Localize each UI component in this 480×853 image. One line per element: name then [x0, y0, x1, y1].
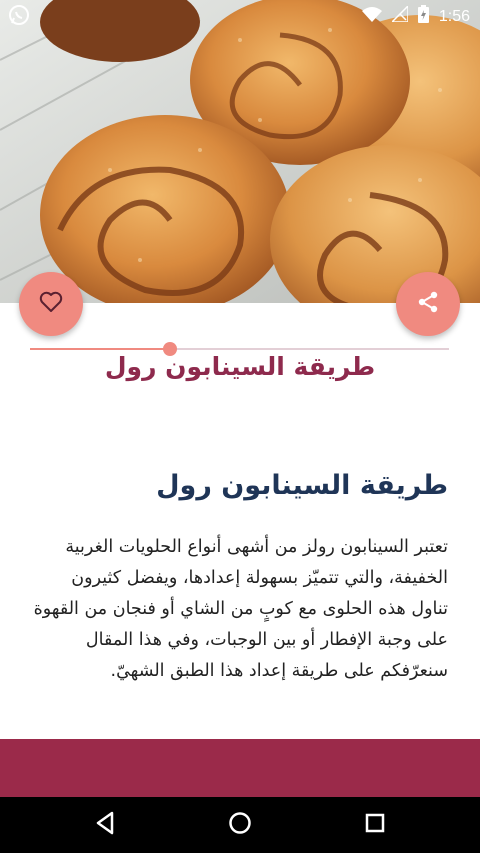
hero-image — [0, 0, 480, 303]
cinnamon-rolls-photo — [0, 0, 480, 303]
like-button[interactable] — [19, 272, 83, 336]
article: طريقة السينابون رول تعتبر السينابون رولز… — [30, 462, 448, 687]
home-button[interactable] — [224, 809, 256, 841]
reading-progress-fill — [30, 348, 171, 350]
back-button[interactable] — [89, 809, 121, 841]
whatsapp-icon — [8, 4, 30, 30]
battery-charging-icon — [417, 5, 429, 28]
status-bar: 1:56 — [0, 0, 480, 30]
back-triangle-icon — [94, 811, 116, 839]
share-button[interactable] — [396, 272, 460, 336]
article-heading: طريقة السينابون رول — [156, 470, 448, 501]
heart-outline-icon — [39, 291, 63, 317]
article-body: تعتبر السينابون رولز من أشهى أنواع الحلو… — [33, 537, 448, 681]
bottom-banner — [0, 739, 480, 797]
home-circle-icon — [228, 811, 252, 839]
recents-button[interactable] — [359, 809, 391, 841]
status-time: 1:56 — [438, 7, 470, 25]
share-icon — [416, 290, 440, 318]
system-navigation-bar — [0, 797, 480, 853]
recents-square-icon — [364, 812, 386, 838]
no-signal-icon — [390, 4, 409, 27]
wifi-icon — [361, 6, 382, 27]
page-title: طريقة السينابون رول — [104, 352, 376, 381]
reading-progress-bar — [30, 342, 449, 356]
